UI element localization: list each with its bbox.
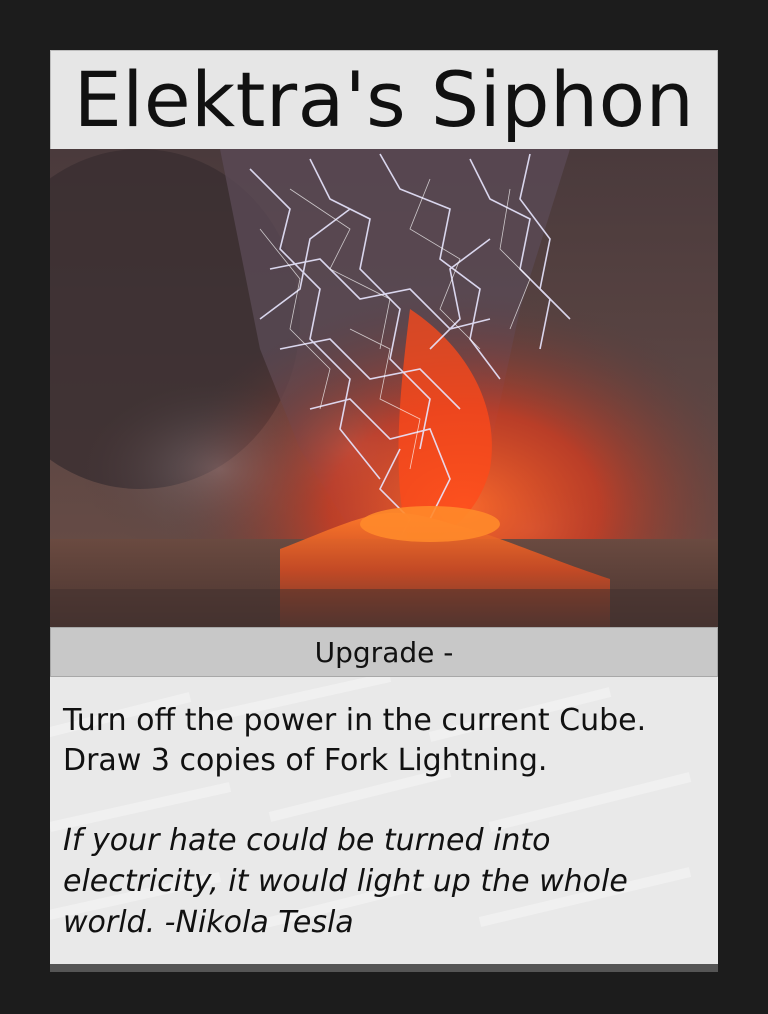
card-title-bar: Elektra's Siphon [50, 50, 718, 150]
card-rules-text: Turn off the power in the current Cube. … [63, 703, 647, 778]
game-card[interactable]: Elektra's Siphon Upgrade - Turn off the … [50, 50, 718, 972]
card-type-line: Upgrade - [314, 635, 454, 669]
card-text-box: Turn off the power in the current Cube. … [50, 677, 718, 964]
volcano-lightning-illustration [50, 149, 718, 627]
card-bottom-edge [50, 964, 718, 972]
card-art [50, 149, 718, 627]
card-title: Elektra's Siphon [73, 55, 695, 144]
card-flavor-text: If your hate could be turned into electr… [63, 823, 628, 940]
card-type-bar: Upgrade - [50, 627, 718, 677]
